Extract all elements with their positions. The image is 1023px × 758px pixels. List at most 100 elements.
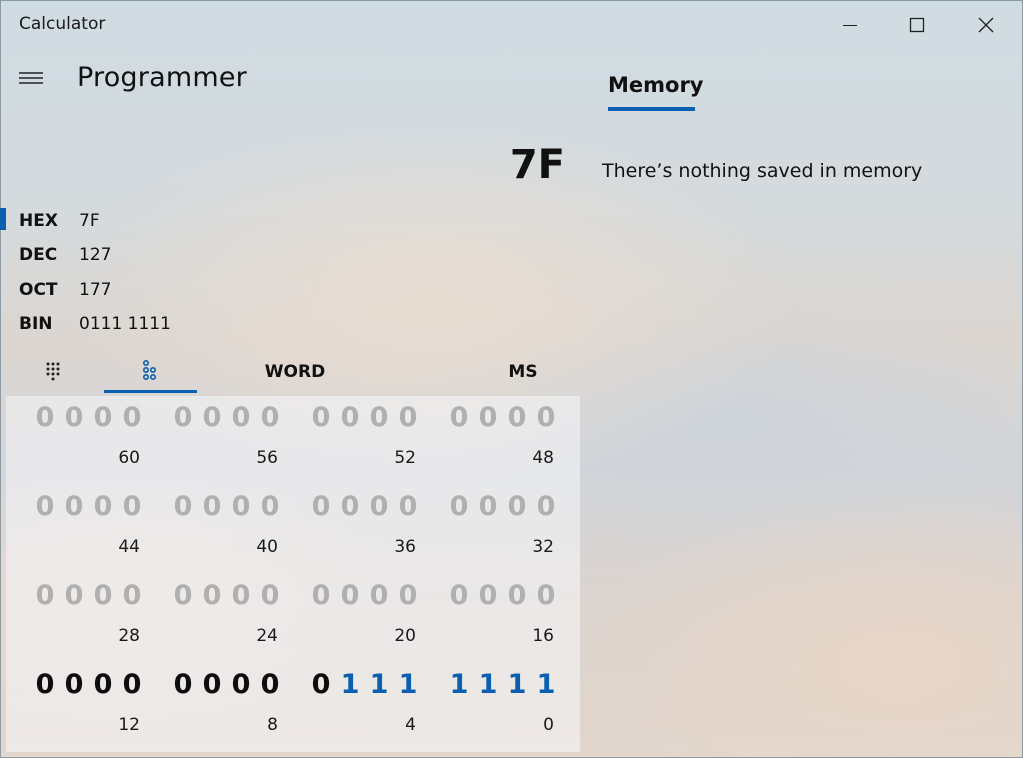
close-icon	[978, 17, 994, 33]
bit-group: 0 0 0 0 48	[446, 402, 556, 472]
bit-toggle[interactable]: 0	[395, 402, 421, 433]
bit-toggle[interactable]: 0	[366, 491, 392, 522]
active-tab-underline	[104, 390, 197, 393]
radix-dec[interactable]: DEC 127	[0, 240, 580, 270]
bit-toggle[interactable]: 0	[119, 669, 145, 700]
app-title: Calculator	[19, 14, 106, 34]
bit-position-label: 36	[394, 537, 416, 557]
bit-toggle[interactable]: 0	[366, 402, 392, 433]
bit-toggle[interactable]: 1	[533, 669, 559, 700]
bit-toggle[interactable]: 0	[446, 402, 472, 433]
bit-toggle[interactable]: 0	[32, 580, 58, 611]
bit-toggle[interactable]: 0	[308, 402, 334, 433]
bit-toggle[interactable]: 0	[228, 491, 254, 522]
bit-toggling-tab[interactable]	[104, 353, 197, 393]
bit-toggle[interactable]: 0	[228, 669, 254, 700]
bit-toggle[interactable]: 0	[257, 402, 283, 433]
bit-toggle[interactable]: 0	[308, 491, 334, 522]
bit-toggle[interactable]: 0	[32, 491, 58, 522]
bit-toggle[interactable]: 0	[90, 491, 116, 522]
full-keypad-tab[interactable]	[30, 353, 80, 393]
bit-toggle[interactable]: 0	[337, 580, 363, 611]
bit-toggle[interactable]: 0	[228, 580, 254, 611]
bit-toggle[interactable]: 1	[395, 669, 421, 700]
bit-position-label: 12	[118, 715, 140, 735]
bit-toggle[interactable]: 0	[446, 491, 472, 522]
maximize-button[interactable]	[894, 0, 940, 50]
memory-tab-underline	[608, 107, 695, 111]
bit-toggle[interactable]: 1	[504, 669, 530, 700]
memory-store-label: MS	[508, 362, 538, 382]
bit-toggle[interactable]: 0	[61, 669, 87, 700]
word-size-label: WORD	[264, 362, 326, 382]
radix-name: HEX	[19, 211, 58, 231]
bit-toggle[interactable]: 0	[228, 402, 254, 433]
bit-toggle[interactable]: 0	[119, 580, 145, 611]
bit-toggle[interactable]: 0	[395, 580, 421, 611]
bit-toggle[interactable]: 0	[61, 580, 87, 611]
bit-toggle[interactable]: 0	[199, 491, 225, 522]
bit-toggle[interactable]: 0	[533, 580, 559, 611]
bit-toggle[interactable]: 0	[504, 580, 530, 611]
bit-group: 0 0 0 0 24	[170, 580, 280, 650]
bit-toggle[interactable]: 1	[337, 669, 363, 700]
memory-store-button[interactable]: MS	[480, 353, 566, 393]
bit-position-label: 44	[118, 537, 140, 557]
bit-group: 0 0 0 0 12	[32, 669, 142, 739]
bit-toggle[interactable]: 0	[257, 491, 283, 522]
navigation-menu-button[interactable]	[14, 62, 48, 96]
bit-position-label: 20	[394, 626, 416, 646]
bit-toggle[interactable]: 0	[32, 669, 58, 700]
bit-toggle[interactable]: 1	[446, 669, 472, 700]
bit-position-label: 52	[394, 448, 416, 468]
bit-toggle[interactable]: 0	[90, 580, 116, 611]
bit-group: 0 0 0 0 16	[446, 580, 556, 650]
bit-group: 11110	[446, 669, 556, 739]
bit-toggle[interactable]: 0	[337, 491, 363, 522]
bit-toggle[interactable]: 0	[475, 491, 501, 522]
bit-toggle[interactable]: 0	[90, 669, 116, 700]
bit-toggle[interactable]: 0	[119, 402, 145, 433]
bit-toggle[interactable]: 0	[170, 491, 196, 522]
bit-toggle[interactable]: 0	[308, 669, 334, 700]
bit-toggle[interactable]: 0	[170, 580, 196, 611]
bit-toggle[interactable]: 0	[504, 402, 530, 433]
radix-value: 127	[79, 245, 112, 265]
bit-toggle[interactable]: 0	[257, 580, 283, 611]
bit-toggle[interactable]: 0	[475, 580, 501, 611]
bit-toggle[interactable]: 0	[366, 580, 392, 611]
bit-group: 0 0 0 0 56	[170, 402, 280, 472]
title-bar: Calculator	[0, 0, 1023, 50]
bit-position-label: 48	[532, 448, 554, 468]
radix-hex[interactable]: HEX 7F	[0, 206, 580, 236]
word-size-button[interactable]: WORD	[230, 353, 360, 393]
bit-toggle[interactable]: 0	[533, 491, 559, 522]
bit-toggle[interactable]: 0	[504, 491, 530, 522]
minimize-button[interactable]	[827, 0, 873, 50]
bit-toggle[interactable]: 0	[446, 580, 472, 611]
bit-toggle[interactable]: 0	[61, 402, 87, 433]
bit-toggle[interactable]: 0	[199, 402, 225, 433]
bit-toggle[interactable]: 0	[533, 402, 559, 433]
bit-toggle[interactable]: 1	[475, 669, 501, 700]
memory-tab[interactable]: Memory	[608, 72, 704, 112]
bit-toggle[interactable]: 0	[199, 580, 225, 611]
bit-toggle[interactable]: 0	[170, 402, 196, 433]
bit-toggle[interactable]: 0	[308, 580, 334, 611]
memory-tab-label: Memory	[608, 73, 704, 97]
bit-toggle[interactable]: 0	[119, 491, 145, 522]
bit-group: 0 0 0 0 20	[308, 580, 418, 650]
bit-toggle[interactable]: 0	[199, 669, 225, 700]
radix-bin[interactable]: BIN 0111 1111	[0, 309, 580, 339]
bit-toggle[interactable]: 0	[90, 402, 116, 433]
bit-toggle[interactable]: 0	[395, 491, 421, 522]
bit-toggle[interactable]: 0	[337, 402, 363, 433]
bit-toggle[interactable]: 0	[61, 491, 87, 522]
bit-toggle[interactable]: 0	[170, 669, 196, 700]
bit-toggle[interactable]: 0	[257, 669, 283, 700]
radix-oct[interactable]: OCT 177	[0, 275, 580, 305]
bit-toggle[interactable]: 1	[366, 669, 392, 700]
close-button[interactable]	[963, 0, 1009, 50]
bit-toggle[interactable]: 0	[475, 402, 501, 433]
bit-toggle[interactable]: 0	[32, 402, 58, 433]
